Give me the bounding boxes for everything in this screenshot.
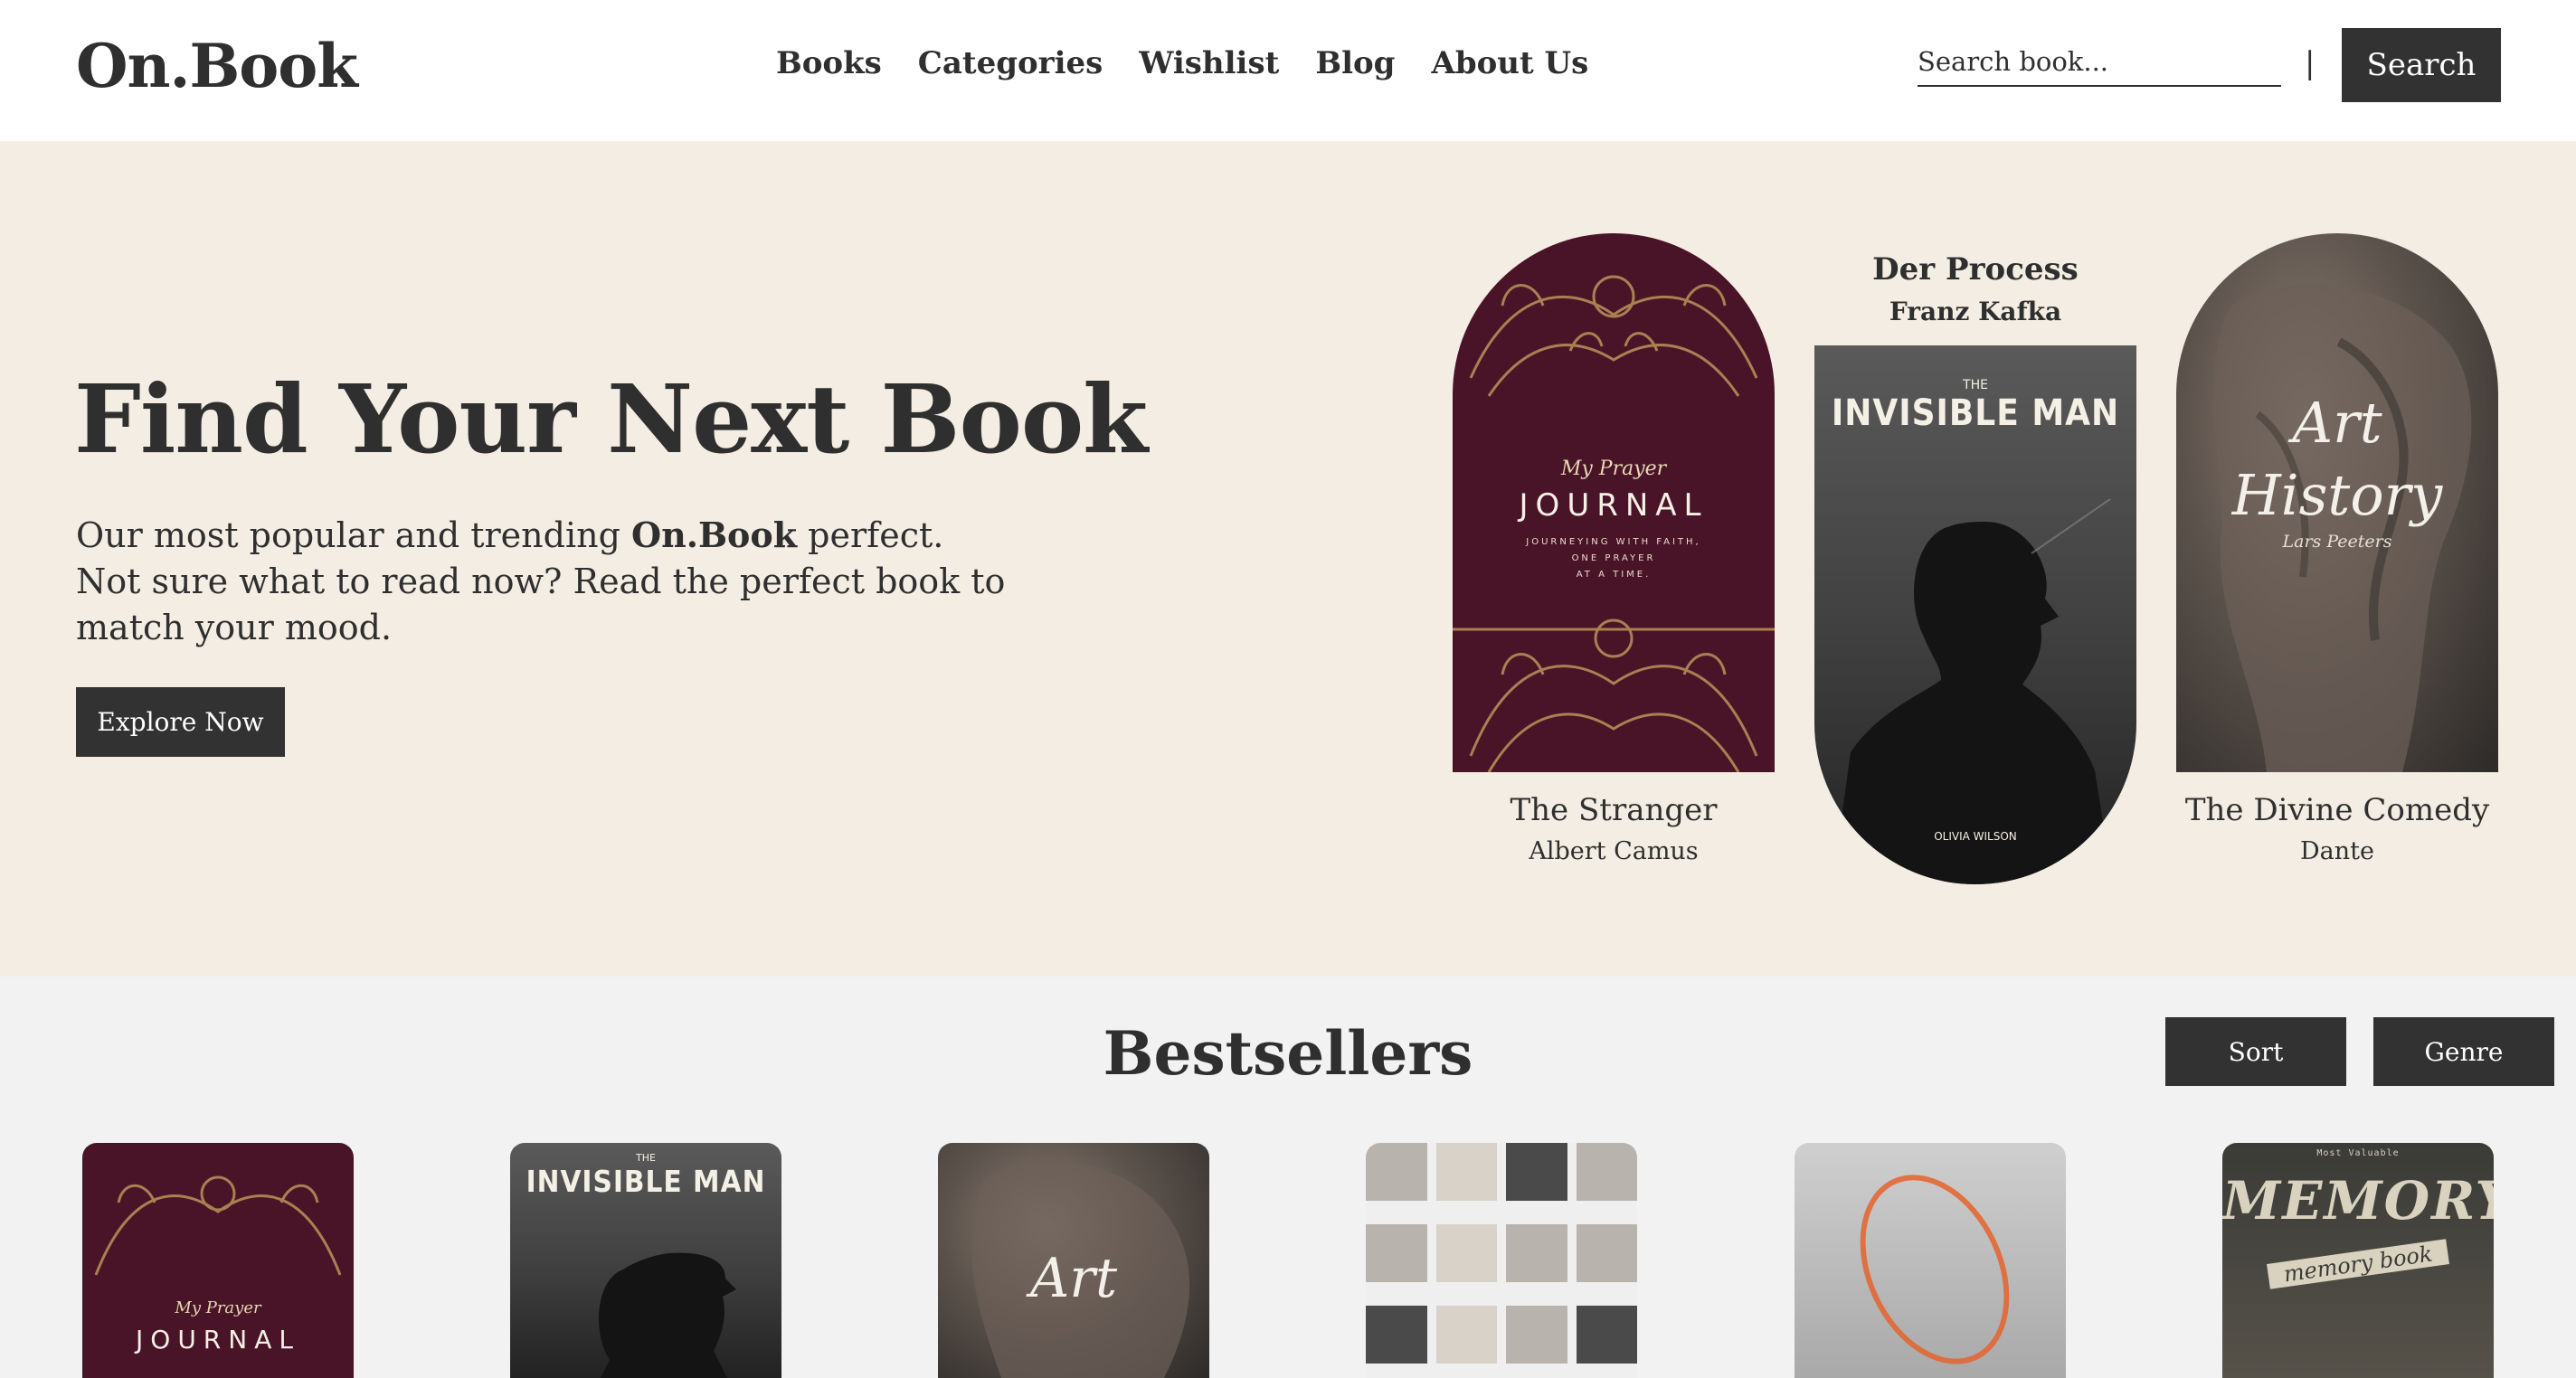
search-divider: | [2305, 45, 2316, 81]
hero-book-cover-the-divine-comedy[interactable]: Art History Lars Peeters [2176, 233, 2498, 772]
journal-sub-2: ONE PRAYER [1571, 553, 1656, 563]
art-cover-text: Art History Lars Peeters [2176, 387, 2498, 552]
site-logo[interactable]: On.Book [76, 31, 358, 101]
bestseller-cover-journal[interactable]: My Prayer JOURNAL [82, 1143, 354, 1378]
orange-swirl-image [1831, 1150, 2039, 1378]
book-title[interactable]: The Divine Comedy [2176, 792, 2498, 828]
hero-caption-the-divine-comedy: The Divine Comedy Dante [2176, 792, 2498, 865]
journal-sub-1: JOURNEYING WITH FAITH, [1526, 537, 1701, 547]
art-title: Art [1029, 1247, 1118, 1310]
invisible-title: INVISIBLE MAN [526, 1164, 766, 1199]
hero-text-part1: Our most popular and trending [76, 515, 631, 555]
journal-title: JOURNAL [1519, 487, 1709, 524]
book-title[interactable]: The Stranger [1453, 792, 1775, 828]
invisible-title: INVISIBLE MAN [1831, 392, 2120, 434]
explore-now-button[interactable]: Explore Now [76, 687, 285, 757]
main-nav: Books Categories Wishlist Blog About Us [776, 45, 1588, 81]
gold-ornament-bottom [1453, 618, 1775, 772]
sort-button[interactable]: Sort [2165, 1017, 2346, 1086]
bestseller-cover-photo-grid[interactable] [1366, 1143, 1637, 1378]
bestseller-cover-invisible-man[interactable]: THE INVISIBLE MAN [510, 1143, 781, 1378]
art-author: Lars Peeters [2282, 532, 2392, 552]
nav-categories[interactable]: Categories [918, 45, 1103, 81]
hero-text-brand: On.Book [630, 514, 798, 555]
journal-cover-text: My Prayer JOURNAL [82, 1298, 354, 1354]
hero-book-cover-the-stranger[interactable]: My Prayer JOURNAL JOURNEYING WITH FAITH,… [1453, 233, 1775, 772]
hero-text-line2: Not sure what to read now? Read the perf… [76, 562, 1006, 647]
hero-section: Find Your Next Book Our most popular and… [0, 141, 2576, 977]
journal-title: JOURNAL [136, 1325, 300, 1354]
nav-about-us[interactable]: About Us [1431, 45, 1588, 81]
site-header: On.Book Books Categories Wishlist Blog A… [0, 0, 2576, 141]
gold-ornament [94, 1175, 342, 1276]
search-field [1918, 40, 2281, 87]
journal-sub-3: AT A TIME. [1576, 570, 1652, 580]
memory-title: MEMORY [2222, 1170, 2494, 1232]
bestseller-cover-abstract-face[interactable] [1795, 1143, 2066, 1378]
hero-text-part2: perfect. [797, 515, 944, 555]
nav-wishlist[interactable]: Wishlist [1139, 45, 1279, 81]
search-button[interactable]: Search [2342, 28, 2501, 102]
nav-books[interactable]: Books [776, 45, 882, 81]
genre-button[interactable]: Genre [2373, 1017, 2554, 1086]
photo-grid-image [1366, 1143, 1637, 1378]
hero-title: Find Your Next Book [74, 363, 1148, 475]
journal-small-title: My Prayer [175, 1298, 261, 1317]
journal-subtitle: JOURNEYING WITH FAITH, ONE PRAYER AT A T… [1453, 534, 1775, 583]
hero-caption-der-process: Der Process Franz Kafka [1814, 251, 2136, 326]
book-author: Franz Kafka [1889, 297, 2062, 326]
silhouette-image [1833, 499, 2113, 884]
invisible-author: OLIVIA WILSON [1934, 830, 2017, 843]
search-input[interactable] [1918, 40, 2281, 83]
hero-book-cover-der-process[interactable]: THE INVISIBLE MAN OLIVIA WILSON [1814, 345, 2136, 884]
book-title[interactable]: Der Process [1814, 251, 2136, 288]
book-author: Dante [2300, 837, 2374, 865]
invisible-the: THE [1963, 378, 1988, 392]
art-title-line1: Art [2292, 390, 2382, 456]
invisible-cover-text: THE INVISIBLE MAN [1814, 378, 2136, 434]
silhouette-image [599, 1252, 736, 1378]
memory-subtitle: Most Valuable [2316, 1148, 2400, 1158]
invisible-the: THE [636, 1152, 656, 1164]
invisible-cover-text: THE INVISIBLE MAN [510, 1152, 781, 1199]
journal-small-title: My Prayer [1560, 458, 1667, 480]
hero-caption-the-stranger: The Stranger Albert Camus [1453, 792, 1775, 865]
journal-cover-text: My Prayer JOURNAL JOURNEYING WITH FAITH,… [1453, 458, 1775, 583]
bestseller-cover-art-history[interactable]: Art [938, 1143, 1209, 1378]
art-title-line2: History [2231, 462, 2443, 528]
gold-ornament-top [1469, 275, 1758, 397]
hero-description: Our most popular and trending On.Book pe… [76, 512, 1053, 651]
bestseller-cover-memory-book[interactable]: Most Valuable MEMORY memory book [2222, 1143, 2494, 1378]
nav-blog[interactable]: Blog [1315, 45, 1395, 81]
book-author: Albert Camus [1529, 837, 1699, 865]
memory-tag: memory book [2267, 1239, 2449, 1289]
